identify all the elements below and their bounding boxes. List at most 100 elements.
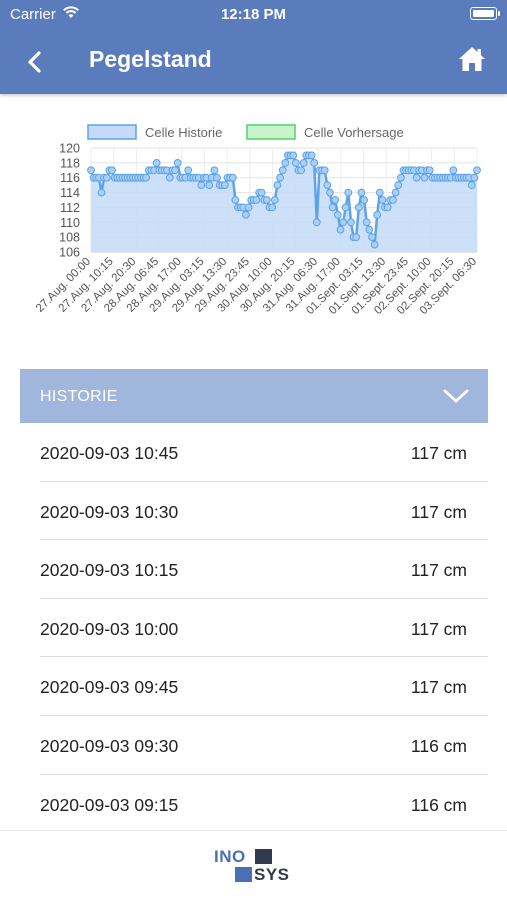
- history-point: [470, 173, 479, 182]
- history-point: [378, 196, 387, 204]
- inosys-logo: INO SYS: [214, 847, 296, 887]
- history-value: 117 cm: [410, 618, 467, 639]
- history-row: 2020-09-03 09:45 117 cm: [40, 657, 488, 716]
- history-point: [389, 196, 397, 204]
- legend-label: Celle Historie: [145, 125, 222, 140]
- history-point: [449, 166, 458, 175]
- water-level-chart: Celle Historie Celle Vorhersage 120 118 116 1…: [0, 110, 507, 360]
- history-point: [228, 173, 237, 182]
- history-point: [307, 151, 316, 160]
- history-point: [344, 188, 353, 197]
- history-point: [373, 211, 382, 219]
- y-tick-label: 120: [59, 142, 80, 156]
- y-tick-label: 108: [59, 231, 80, 245]
- history-point: [184, 166, 193, 175]
- history-point: [420, 173, 429, 182]
- history-point: [425, 166, 434, 175]
- history-value: 117 cm: [410, 560, 467, 581]
- history-point: [221, 181, 229, 189]
- history-point: [278, 166, 287, 175]
- history-point: [323, 181, 332, 189]
- history-point: [328, 203, 337, 212]
- history-point: [291, 159, 300, 167]
- history-point: [365, 225, 374, 234]
- history-point: [276, 173, 285, 182]
- logo-square-dark: [255, 849, 272, 864]
- history-point: [370, 240, 379, 249]
- history-point: [205, 181, 214, 189]
- history-point: [394, 181, 403, 189]
- history-point: [326, 188, 334, 197]
- history-point: [299, 159, 308, 167]
- chart-svg: Celle Historie Celle Vorhersage1201181161…: [34, 124, 481, 317]
- history-point: [263, 196, 271, 204]
- history-value: 117 cm: [410, 677, 467, 698]
- history-point: [336, 225, 345, 234]
- history-value: 116 cm: [410, 735, 467, 756]
- y-tick-label: 112: [60, 201, 80, 215]
- logo-square-blue: [235, 867, 252, 882]
- history-point: [171, 166, 179, 175]
- history-value: 117 cm: [410, 443, 467, 463]
- history-date: 2020-09-03 09:15: [40, 794, 179, 815]
- history-date: 2020-09-03 10:45: [40, 443, 179, 463]
- history-point: [173, 159, 182, 167]
- history-point: [252, 196, 261, 204]
- history-value: 116 cm: [410, 794, 467, 815]
- history-point: [357, 188, 366, 197]
- back-chevron-icon[interactable]: [22, 48, 50, 76]
- history-row: 2020-09-03 10:45 117 cm: [40, 423, 488, 482]
- chevron-down-icon: [443, 389, 469, 403]
- history-point: [210, 166, 219, 175]
- history-date: 2020-09-03 09:30: [40, 735, 179, 756]
- history-point: [289, 151, 298, 160]
- history-date: 2020-09-03 10:30: [40, 501, 179, 522]
- history-point: [320, 166, 329, 175]
- history-point: [391, 188, 400, 197]
- y-tick-label: 114: [60, 186, 80, 200]
- history-point: [397, 173, 405, 182]
- history-point: [467, 181, 476, 189]
- history-point: [142, 173, 151, 182]
- history-point: [102, 173, 111, 182]
- history-point: [383, 203, 392, 212]
- history-point: [412, 173, 421, 182]
- history-row: 2020-09-03 10:00 117 cm: [40, 599, 488, 658]
- legend-label: Celle Vorhersage: [304, 125, 404, 140]
- history-point: [473, 166, 481, 175]
- history-point: [270, 196, 279, 204]
- logo-text-top: INO: [214, 847, 246, 866]
- history-point: [375, 188, 384, 197]
- home-icon[interactable]: [457, 44, 487, 74]
- history-point: [339, 218, 348, 227]
- history-point: [268, 203, 277, 212]
- history-row: 2020-09-03 10:30 117 cm: [40, 482, 488, 541]
- history-point: [352, 233, 361, 241]
- history-point: [152, 159, 161, 167]
- history-point: [165, 173, 174, 182]
- history-value: 117 cm: [410, 501, 467, 522]
- battery-icon: [470, 7, 500, 20]
- history-point: [213, 173, 221, 182]
- history-point: [297, 166, 306, 175]
- y-tick-label: 116: [60, 171, 80, 185]
- legend-swatch: [246, 124, 296, 140]
- history-section-header[interactable]: HISTORIE: [20, 369, 488, 423]
- history-point: [333, 211, 342, 219]
- history-row: 2020-09-03 09:15 116 cm: [40, 775, 488, 834]
- y-tick-label: 118: [60, 156, 80, 170]
- history-date: 2020-09-03 10:15: [40, 560, 179, 581]
- history-point: [310, 159, 319, 167]
- history-point: [368, 233, 376, 241]
- nav-bar: Pegelstand: [0, 30, 507, 94]
- legend-swatch: [87, 124, 137, 140]
- history-date: 2020-09-03 10:00: [40, 618, 179, 639]
- history-point: [312, 218, 321, 227]
- history-list: 2020-09-03 10:45 117 cm 2020-09-03 10:30 1…: [40, 423, 488, 833]
- footer: INO SYS: [0, 830, 507, 900]
- history-point: [244, 203, 253, 212]
- history-point: [231, 196, 240, 204]
- history-point: [197, 181, 206, 189]
- history-header-label: HISTORIE: [40, 388, 118, 405]
- history-point: [347, 218, 355, 227]
